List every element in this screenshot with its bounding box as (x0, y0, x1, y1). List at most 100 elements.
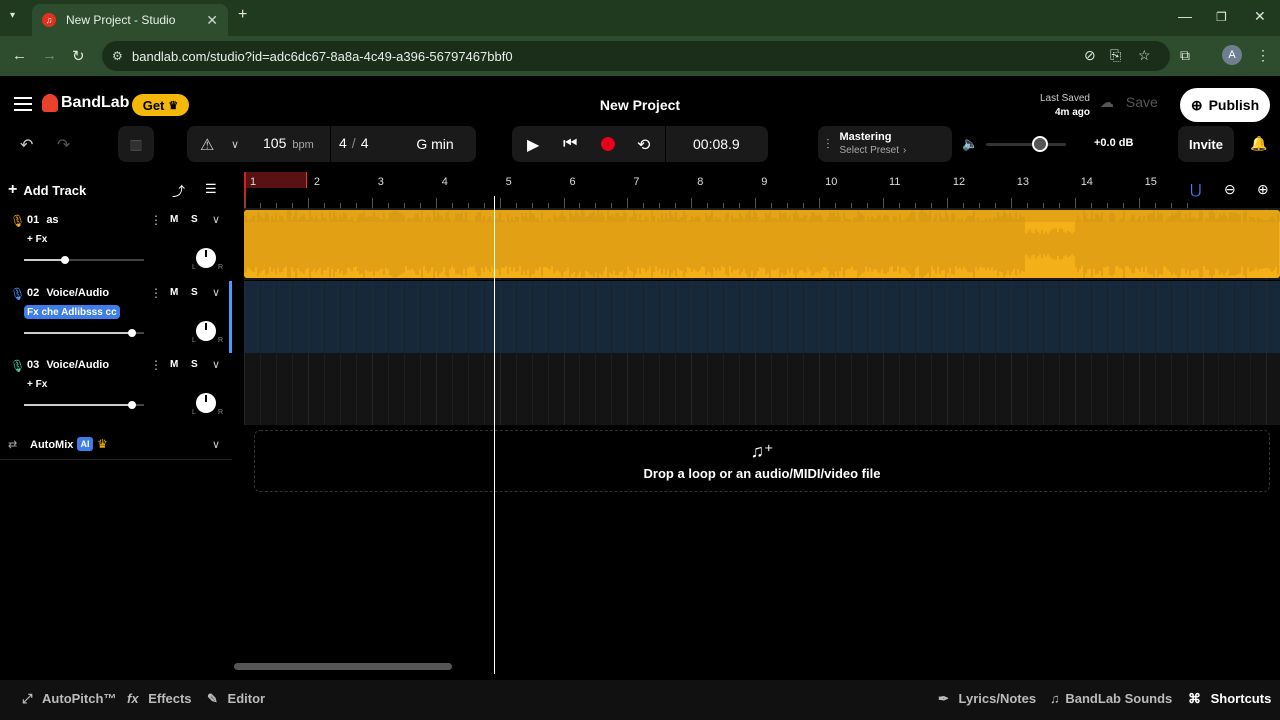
reload-icon[interactable]: ↻ (72, 47, 85, 65)
profile-avatar[interactable]: A (1222, 45, 1242, 65)
speaker-icon[interactable]: 🔈 (962, 136, 978, 152)
editor-button[interactable]: ✎ Editor (207, 691, 265, 707)
add-track-label: Add Track (23, 182, 87, 198)
track-expand-chevron-icon[interactable]: ∨ (212, 286, 220, 299)
no-tracking-icon[interactable]: ⊘ (1084, 47, 1096, 64)
mastering-button[interactable]: ⫶ Mastering Select Preset › (818, 126, 952, 162)
track-name[interactable]: 01 as (27, 214, 59, 226)
master-volume-knob[interactable] (1032, 136, 1048, 152)
track-volume-knob[interactable] (128, 329, 136, 337)
record-icon[interactable] (601, 137, 615, 151)
install-app-icon[interactable]: ⎘ (1110, 47, 1121, 64)
play-icon[interactable]: ▶ (527, 135, 539, 155)
solo-button[interactable]: S (191, 287, 198, 298)
back-icon[interactable]: ← (12, 47, 27, 64)
save-button[interactable]: ☁ Save (1100, 94, 1158, 111)
browser-menu-icon[interactable]: ⋮ (1256, 47, 1270, 64)
drop-zone[interactable]: ♫⁺ Drop a loop or an audio/MIDI/video fi… (254, 430, 1270, 492)
undo-icon[interactable]: ↶ (20, 135, 33, 155)
metronome-options-chevron-icon[interactable]: ∨ (231, 138, 239, 151)
crown-icon: ♛ (168, 99, 179, 112)
publish-button[interactable]: ⊕ Publish (1180, 88, 1270, 122)
site-info-icon[interactable]: ⚙ (112, 49, 123, 63)
timeline-ruler[interactable]: 1 2 3 4 5 6 7 8 9 10 11 12 13 14 15 (244, 172, 1280, 208)
extensions-icon[interactable]: ⧉ (1180, 47, 1190, 64)
add-track-button[interactable]: + Add Track (8, 176, 86, 204)
bandlab-logo[interactable]: BandLab (42, 94, 129, 112)
minimize-icon[interactable]: — (1178, 8, 1192, 24)
loop-icon[interactable]: ⟲ (637, 135, 650, 155)
autopitch-button[interactable]: ⤢ AutoPitch™ (22, 691, 116, 707)
skip-to-start-icon[interactable]: ⏮ (563, 135, 577, 153)
track-expand-chevron-icon[interactable]: ∨ (212, 358, 220, 371)
track-menu-icon[interactable]: ⋮ (150, 286, 162, 300)
tempo-field[interactable]: 105 bpm (263, 135, 314, 151)
key-selector[interactable]: G min (394, 126, 476, 162)
track-name[interactable]: 02 Voice/Audio (27, 287, 109, 299)
time-signature-field[interactable]: 4 / 4 (339, 135, 368, 151)
bookmark-star-icon[interactable]: ☆ (1138, 47, 1151, 64)
track-lane[interactable] (244, 281, 1280, 353)
track-pan-knob[interactable] (196, 393, 216, 413)
ruler-tick (627, 198, 629, 208)
track-pan-knob[interactable] (196, 321, 216, 341)
track-fx-button[interactable]: + Fx (24, 377, 50, 391)
mute-button[interactable]: M (170, 287, 178, 298)
get-membership-button[interactable]: Get ♛ (132, 94, 189, 116)
ai-badge: AI (77, 437, 93, 451)
automix-row[interactable]: ⇄ AutoMix AI ♛ ∨ (0, 430, 232, 460)
lyrics-notes-button[interactable]: ✒ Lyrics/Notes (938, 691, 1036, 707)
solo-button[interactable]: S (191, 214, 198, 225)
track-pan-knob[interactable] (196, 248, 216, 268)
playhead[interactable] (494, 196, 496, 674)
browser-tab[interactable]: ♫ New Project - Studio ✕ (32, 4, 228, 36)
track-lane[interactable] (244, 353, 1280, 425)
track-menu-icon[interactable]: ⋮ (150, 213, 162, 227)
main-menu-icon[interactable] (14, 97, 32, 111)
drop-zone-text: Drop a loop or an audio/MIDI/video file (643, 466, 881, 481)
shortcuts-button[interactable]: ⌘ Shortcuts (1188, 691, 1271, 707)
track-expand-chevron-icon[interactable]: ∨ (212, 213, 220, 226)
master-volume-slider[interactable] (986, 136, 1066, 152)
track-name[interactable]: 03 Voice/Audio (27, 359, 109, 371)
invite-button[interactable]: Invite (1178, 126, 1234, 162)
track-header[interactable]: 🎙 02 Voice/Audio ⋮ M S ∨ Fx che Adlibsss… (0, 281, 232, 353)
tab-list-icon[interactable]: ▾ (10, 10, 15, 21)
project-title[interactable]: New Project (540, 97, 740, 113)
automix-chevron-icon[interactable]: ∨ (212, 438, 220, 451)
automation-icon[interactable]: ⤴ (172, 181, 185, 200)
audio-region[interactable] (244, 210, 1280, 278)
solo-button[interactable]: S (191, 359, 198, 370)
track-header[interactable]: 🎙 03 Voice/Audio ⋮ M S ∨ + Fx L R (0, 353, 232, 425)
new-tab-icon[interactable]: + (238, 6, 247, 24)
zoom-in-icon[interactable]: ⊕ (1257, 181, 1269, 198)
track-volume-slider[interactable] (24, 401, 144, 409)
mute-button[interactable]: M (170, 214, 178, 225)
track-volume-slider[interactable] (24, 329, 144, 337)
track-fx-button[interactable]: Fx che Adlibsss cc (24, 305, 120, 319)
track-volume-knob[interactable] (128, 401, 136, 409)
window-close-icon[interactable]: ✕ (1254, 8, 1266, 25)
track-volume-knob[interactable] (60, 256, 69, 264)
effects-button[interactable]: fx Effects (127, 691, 192, 706)
bar-number: 3 (377, 176, 384, 188)
track-header[interactable]: 🎙 01 as ⋮ M S ∨ + Fx L R (0, 208, 232, 280)
mute-button[interactable]: M (170, 359, 178, 370)
bandlab-sounds-button[interactable]: ♫ BandLab Sounds (1050, 691, 1172, 706)
notifications-bell-icon[interactable]: 🔔 (1250, 135, 1267, 152)
redo-icon[interactable]: ↷ (57, 135, 70, 155)
horizontal-scrollbar[interactable] (234, 663, 452, 670)
track-menu-icon[interactable]: ⋮ (150, 358, 162, 372)
restore-icon[interactable]: ❐ (1216, 10, 1227, 24)
track-lane[interactable] (244, 208, 1280, 280)
close-tab-icon[interactable]: ✕ (206, 12, 218, 29)
address-bar[interactable]: ⚙ bandlab.com/studio?id=adc6dc67-8a8a-4c… (102, 41, 1170, 71)
instrument-keyboard-button[interactable]: ▥ (118, 126, 154, 162)
snap-magnet-icon[interactable]: ⋃ (1190, 181, 1201, 198)
zoom-out-icon[interactable]: ⊖ (1224, 181, 1236, 198)
metronome-icon[interactable]: ⚠ (200, 135, 214, 155)
forward-icon[interactable]: → (42, 47, 57, 64)
track-options-icon[interactable]: ☰ (205, 181, 217, 197)
track-fx-button[interactable]: + Fx (24, 232, 50, 246)
track-volume-slider[interactable] (24, 256, 144, 264)
